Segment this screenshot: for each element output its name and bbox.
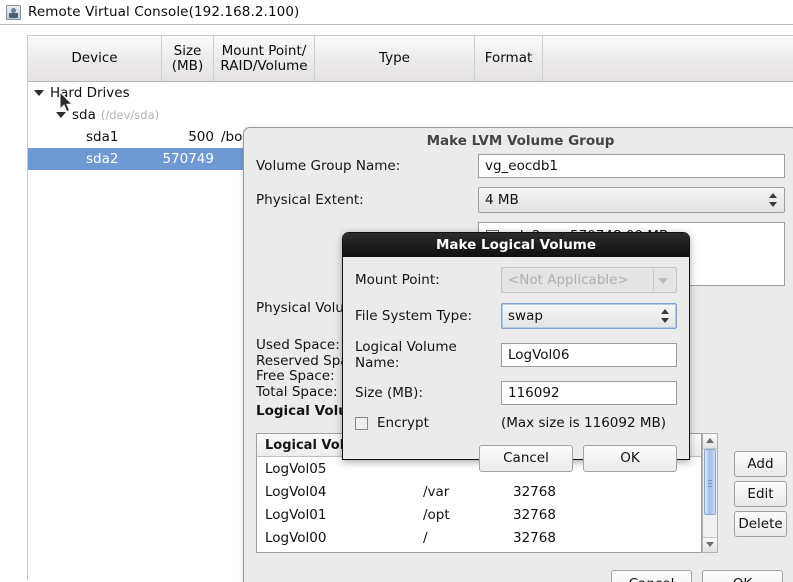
volume-group-name-label: Volume Group Name: xyxy=(256,158,401,174)
logical-volume-name-input[interactable]: LogVol06 xyxy=(501,343,677,367)
physical-extent-row: Physical Extent: 4 MB xyxy=(256,187,785,213)
screen: Remote Virtual Console(192.168.2.100) De… xyxy=(0,0,793,582)
encrypt-checkbox[interactable] xyxy=(355,416,368,430)
table-row[interactable]: LogVol01 /opt 32768 xyxy=(257,503,701,526)
tree-item-device-path: (/dev/sda) xyxy=(100,108,160,122)
mount-point-value: <Not Applicable> xyxy=(508,272,629,288)
mount-point-select: <Not Applicable> xyxy=(501,267,677,293)
chevron-down-icon xyxy=(658,278,668,284)
tree-item-size: 500 xyxy=(188,129,214,145)
scrollbar-grip-icon xyxy=(708,478,712,487)
device-table-header: Device Size (MB) Mount Point/ RAID/Volum… xyxy=(28,36,793,82)
application-body: Device Size (MB) Mount Point/ RAID/Volum… xyxy=(0,24,793,582)
logical-volume-ok-button[interactable]: OK xyxy=(583,445,677,472)
volume-group-name-row: Volume Group Name: vg_eocdb1 xyxy=(256,154,785,178)
column-header-size-line2: (MB) xyxy=(171,57,204,74)
lvm-ok-button[interactable]: OK xyxy=(702,570,783,582)
lv-size: 32768 xyxy=(513,506,556,523)
size-label: Size (MB): xyxy=(355,385,423,401)
window-titlebar: Remote Virtual Console(192.168.2.100) xyxy=(0,0,793,24)
lv-mount: /var xyxy=(423,483,450,500)
encrypt-label: Encrypt xyxy=(377,415,429,431)
column-header-size[interactable]: Size (MB) xyxy=(162,36,214,81)
make-logical-volume-dialog: Make Logical Volume Mount Point: <Not Ap… xyxy=(342,232,690,472)
combo-separator xyxy=(653,269,654,291)
table-row[interactable]: LogVol04 /var 32768 xyxy=(257,480,701,503)
chevron-down-icon[interactable] xyxy=(34,90,44,96)
scroll-down-button[interactable] xyxy=(703,537,717,552)
add-button[interactable]: Add xyxy=(734,451,787,477)
scrollbar-thumb[interactable] xyxy=(704,449,716,515)
lv-name: LogVol01 xyxy=(265,506,327,523)
edit-button[interactable]: Edit xyxy=(734,481,787,507)
application-body-inner: Device Size (MB) Mount Point/ RAID/Volum… xyxy=(5,30,793,582)
spinner-icon[interactable] xyxy=(769,192,778,208)
file-system-type-value: swap xyxy=(508,308,543,324)
tree-row[interactable]: sda (/dev/sda) xyxy=(28,104,793,126)
max-size-note: (Max size is 116092 MB) xyxy=(501,415,667,431)
logical-volume-name-label: Logical Volume Name: xyxy=(355,339,457,371)
physical-extent-label: Physical Extent: xyxy=(256,192,364,208)
size-row: Size (MB): 116092 xyxy=(355,381,677,405)
scroll-up-button[interactable] xyxy=(703,434,717,449)
size-input[interactable]: 116092 xyxy=(501,381,677,405)
tree-row[interactable]: Hard Drives xyxy=(28,82,793,104)
console-icon xyxy=(6,4,21,20)
table-row[interactable]: LogVol00 / 32768 xyxy=(257,526,701,549)
lvm-dialog-title: Make LVM Volume Group xyxy=(426,133,615,149)
column-header-spare xyxy=(543,36,793,81)
column-header-type-label: Type xyxy=(378,50,410,66)
tree-row[interactable]: sda2 570749 xyxy=(28,148,244,170)
logical-volume-name-row: Logical Volume Name: LogVol06 xyxy=(355,339,677,371)
window-title: Remote Virtual Console(192.168.2.100) xyxy=(28,4,300,20)
mount-point-row: Mount Point: <Not Applicable> xyxy=(355,267,677,293)
lv-mount: /opt xyxy=(423,506,450,523)
logical-volume-dialog-body: Mount Point: <Not Applicable> File Syste… xyxy=(343,257,689,431)
lvm-cancel-button[interactable]: Cancel xyxy=(611,570,692,582)
column-header-device-label: Device xyxy=(71,50,118,66)
lv-size: 32768 xyxy=(513,483,556,500)
logical-volumes-scrollbar[interactable] xyxy=(702,433,718,553)
column-header-mount-line1: Mount Point/ xyxy=(221,42,307,59)
tree-item-label: sda1 xyxy=(86,129,119,145)
column-header-format-label: Format xyxy=(484,50,533,66)
logical-volume-cancel-button[interactable]: Cancel xyxy=(479,445,573,472)
column-header-mount-point[interactable]: Mount Point/ RAID/Volume xyxy=(214,36,315,81)
logical-volume-dialog-title: Make Logical Volume xyxy=(343,233,689,257)
mount-point-label: Mount Point: xyxy=(355,272,440,288)
lv-mount: / xyxy=(423,529,428,546)
column-header-device[interactable]: Device xyxy=(28,36,162,81)
column-header-type[interactable]: Type xyxy=(315,36,475,81)
delete-button[interactable]: Delete xyxy=(734,511,787,537)
tree-item-size: 570749 xyxy=(162,151,214,167)
file-system-type-select[interactable]: swap xyxy=(501,303,677,329)
lv-size: 32768 xyxy=(513,529,556,546)
physical-extent-select[interactable]: 4 MB xyxy=(478,187,785,213)
logical-volume-actions: Add Edit Delete xyxy=(734,451,793,541)
logical-volume-dialog-buttons: Cancel OK xyxy=(343,441,689,472)
spinner-icon[interactable] xyxy=(661,308,670,324)
column-header-size-line1: Size xyxy=(173,42,202,59)
tree-item-mount: /bo xyxy=(221,129,243,145)
file-system-type-row: File System Type: swap xyxy=(355,303,677,329)
column-header-mount-line2: RAID/Volume xyxy=(220,57,308,74)
volume-group-name-input[interactable]: vg_eocdb1 xyxy=(478,154,785,178)
physical-extent-value: 4 MB xyxy=(485,192,519,208)
lv-name: LogVol04 xyxy=(265,483,327,500)
lv-name: LogVol00 xyxy=(265,529,327,546)
encrypt-row: Encrypt (Max size is 116092 MB) xyxy=(355,415,677,431)
file-system-type-label: File System Type: xyxy=(355,308,473,324)
column-header-format[interactable]: Format xyxy=(475,36,543,81)
lvm-dialog-buttons: Cancel OK xyxy=(611,570,783,582)
tree-item-label: sda2 xyxy=(86,151,119,167)
